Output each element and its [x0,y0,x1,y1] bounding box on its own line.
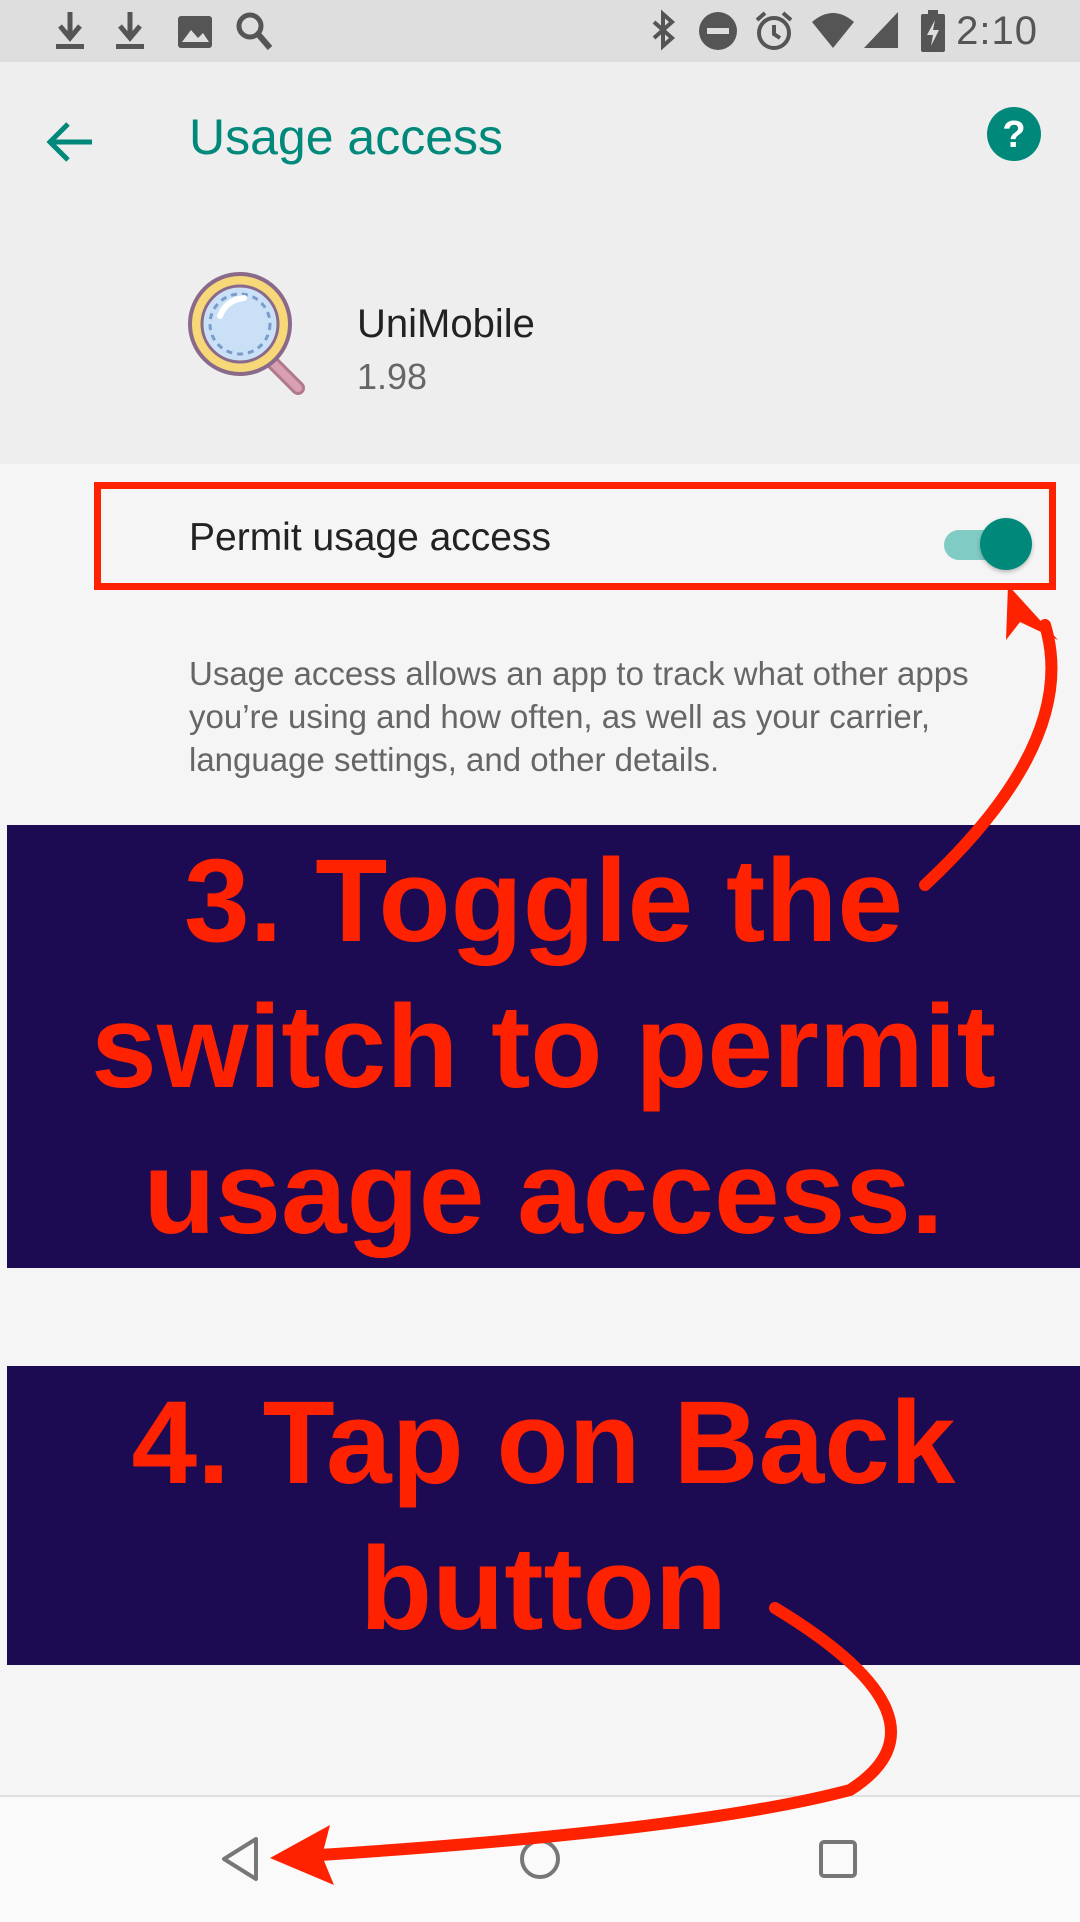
image-icon [178,16,212,48]
magnifier-app-icon [188,272,305,395]
step4-annotation: 4. Tap on Back button [7,1366,1080,1665]
battery-charging-icon [921,10,945,52]
app-header: Usage access ? UniMobile 1.98 [0,62,1080,464]
do-not-disturb-icon [699,12,737,50]
step3-text: 3. Toggle the switch to permit usage acc… [91,834,996,1259]
wifi-icon [812,13,854,48]
home-nav-icon[interactable] [510,1829,570,1889]
search-icon [236,12,273,50]
app-version: 1.98 [357,356,428,397]
step3-annotation: 3. Toggle the switch to permit usage acc… [7,825,1080,1268]
back-nav-icon[interactable] [210,1829,270,1889]
app-name: UniMobile [357,302,535,346]
download-icon [116,12,144,49]
page-title: Usage access [189,109,504,165]
status-time: 2:10 [956,9,1038,53]
alarm-icon [755,11,793,50]
step4-text: 4. Tap on Back button [131,1376,956,1655]
usage-access-description: Usage access allows an app to track what… [189,655,969,778]
signal-icon [864,12,898,48]
svg-text:?: ? [1002,114,1025,156]
help-icon[interactable]: ? [986,106,1042,162]
status-bar: 2:10 [0,0,1080,62]
back-arrow-icon[interactable] [40,112,100,172]
recents-nav-icon[interactable] [808,1829,868,1889]
bluetooth-icon [652,9,676,51]
nav-bar [0,1795,1080,1922]
highlight-box [94,482,1056,590]
download-icon [56,12,84,49]
